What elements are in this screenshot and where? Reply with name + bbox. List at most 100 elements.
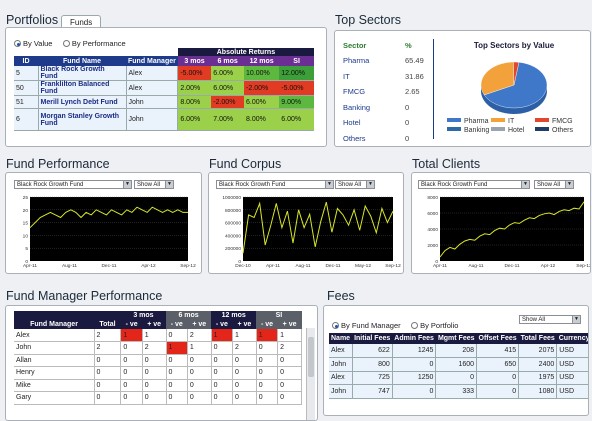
fmp-col-pos: + ve (232, 320, 257, 329)
absolute-returns-header: Absolute Returns (177, 48, 314, 56)
portfolio-cell-id: 6 (14, 108, 39, 131)
portfolio-cell-r3: 8.00% (177, 95, 212, 109)
fmp-col-manager: Fund Manager (14, 320, 94, 329)
fmp-manager-name: Gary (14, 391, 95, 404)
fmp-cell: 0 (142, 366, 167, 379)
fmp-cell: 0 (256, 366, 279, 379)
portfolio-cell-name[interactable]: Morgan Stanley Growth Fund (38, 108, 127, 131)
total-clients-title: Total Clients (412, 157, 481, 171)
fmp-row[interactable]: Mike 0 0 0 0 0 0 0 0 0 (14, 379, 302, 392)
fees-row[interactable]: Alex 622 1245 208 415 2075 USD (329, 344, 588, 358)
fees-cell: John (329, 384, 353, 398)
fees-panel: By Fund Manager By Portfolio Show All ▼ N… (323, 305, 589, 416)
fees-row[interactable]: Alex 725 1250 0 0 1975 USD (329, 371, 588, 385)
fmp-cell: 0 (211, 391, 234, 404)
fmp-cell: 0 (277, 354, 302, 367)
fmp-col-pos: + ve (187, 320, 212, 329)
fees-table: Name Initial Fees Admin Fees Mgmt Fees Offse… (329, 333, 589, 399)
y-tick-label: 2000 (427, 243, 438, 249)
fmp-cell: 0 (232, 354, 257, 367)
fees-col-4: Offset Fees (478, 335, 517, 342)
fees-cell: 2075 (518, 344, 558, 358)
col-si: SI (279, 56, 314, 66)
y-tick-label: 600000 (225, 221, 241, 227)
fees-row[interactable]: John 800 0 1600 650 2400 USD (329, 357, 588, 371)
fmp-row[interactable]: Henry 0 0 0 0 0 0 0 0 0 (14, 366, 302, 379)
y-tick-label: 1000000 (222, 195, 241, 201)
fund-corpus-chart: 02000004000006000008000001000000Dec-10 Ap… (222, 195, 401, 269)
fees-row[interactable]: John 747 0 333 0 1080 USD (329, 384, 588, 398)
by-performance-radio[interactable]: By Performance (62, 39, 126, 48)
by-value-radio[interactable]: By Value (14, 39, 52, 48)
fmp-row[interactable]: John 2 0 2 1 1 0 2 0 2 (14, 341, 302, 354)
fmp-col-total: Total (94, 320, 121, 329)
fmp-cell: 0 (232, 366, 257, 379)
fees-cell: USD (556, 384, 588, 398)
fund-corpus-title: Fund Corpus (209, 157, 282, 171)
total-clients-chart: 02000400060008000Apr-11 Aug-11 Dec-11 Apr-1… (427, 195, 590, 269)
fmp-cell: 0 (94, 366, 122, 379)
fund-corpus-range-select[interactable]: Show All ▼ (335, 180, 375, 189)
fees-cell: 650 (476, 357, 520, 371)
y-tick-label: 6000 (427, 211, 438, 217)
fmp-col-pos: + ve (277, 320, 302, 329)
fmp-cell: 0 (166, 354, 188, 367)
total-clients-fund-select[interactable]: Black Rock Growth Fund ▼ (418, 180, 530, 189)
sector-name: Hotel (343, 118, 361, 127)
fmp-row[interactable]: Allan 0 0 0 0 0 0 0 0 0 (14, 354, 302, 367)
portfolios-title: Portfolios (6, 13, 59, 27)
portfolio-row[interactable]: 51 Merill Lynch Debt Fund John 8.00% -2.00% 6… (14, 95, 314, 109)
fees-cell: 1975 (518, 371, 558, 385)
legend-swatch (447, 127, 461, 131)
fmp-scrollbar[interactable] (306, 328, 315, 420)
portfolio-cell-id: 50 (14, 80, 39, 96)
total-clients-range-select[interactable]: Show All ▼ (534, 180, 574, 189)
fmp-group-si: SI (256, 311, 302, 320)
fund-performance-fund-select[interactable]: Black Rock Growth Fund ▼ (14, 180, 132, 189)
fees-col-3: Mgmt Fees (437, 335, 475, 342)
top-sectors-panel: Sector % Pharma 65.49 IT 31.86 FMCG 2.65 Banki… (334, 30, 591, 147)
x-tick-label: Aug-11 (468, 263, 483, 269)
fmp-cell: 1 (187, 341, 212, 354)
fees-cell: 0 (392, 384, 437, 398)
y-tick-label: 20 (23, 208, 29, 214)
portfolio-row[interactable]: 6 Morgan Stanley Growth Fund John 6.00% 7.00… (14, 108, 314, 131)
fmp-manager-name: Henry (14, 366, 95, 379)
x-tick-label: Sep-12 (180, 263, 196, 269)
fmp-table: 3 mos 6 mos 12 mos SI Fund Manager Total -… (14, 311, 302, 405)
portfolio-cell-name[interactable]: Black Rock Growth Fund (38, 66, 127, 81)
fees-cell: John (329, 357, 353, 371)
fmp-cell: 0 (120, 354, 143, 367)
portfolio-cell-name[interactable]: Merill Lynch Debt Fund (38, 95, 127, 109)
fmp-cell: 0 (94, 379, 122, 392)
fund-corpus-fund-select[interactable]: Black Rock Growth Fund ▼ (216, 180, 334, 189)
top-sectors-title: Top Sectors (335, 13, 402, 27)
fees-select[interactable]: Show All ▼ (519, 315, 581, 324)
portfolio-cell-manager: Alex (126, 80, 179, 96)
portfolio-cell-r6: -2.00% (211, 95, 245, 109)
portfolio-cell-si: 12.00% (279, 66, 314, 81)
fees-cell: 725 (352, 371, 393, 385)
legend-label: Others (552, 127, 574, 134)
portfolio-row[interactable]: 50 Franklilton Balanced Fund Alex 2.00% 6.00… (14, 80, 314, 96)
fund-performance-range-select[interactable]: Show All ▼ (134, 180, 174, 189)
fmp-cell: 2 (94, 329, 122, 342)
fees-cell: 1245 (392, 344, 437, 358)
fmp-cell: 2 (232, 341, 257, 354)
fmp-cell: 2 (142, 341, 167, 354)
fmp-row[interactable]: Gary 0 0 0 0 0 0 0 0 0 (14, 391, 302, 404)
sector-name: Pharma (343, 56, 370, 65)
by-portfolio-radio[interactable]: By Portfolio (411, 321, 458, 330)
fees-col-5: Total Fees (520, 335, 555, 342)
portfolio-row[interactable]: 5 Black Rock Growth Fund Alex -5.00% 6.00% 10… (14, 66, 314, 81)
y-tick-label: 400000 (225, 233, 241, 239)
portfolio-cell-r6: 6.00% (211, 80, 245, 96)
fees-col-6: Currency (558, 335, 589, 342)
top-sectors-pie-chart: Top Sectors by Value Pharma IT FMCG Banking H… (447, 41, 574, 134)
by-fund-manager-radio[interactable]: By Fund Manager (332, 321, 401, 330)
x-tick-label: Aug-11 (62, 263, 77, 269)
fees-cell: 0 (392, 357, 437, 371)
fmp-row[interactable]: Alex 2 1 1 0 2 1 1 1 1 (14, 329, 302, 342)
x-tick-label: Apr-11 (23, 263, 37, 269)
portfolio-cell-name[interactable]: Franklilton Balanced Fund (38, 80, 127, 96)
